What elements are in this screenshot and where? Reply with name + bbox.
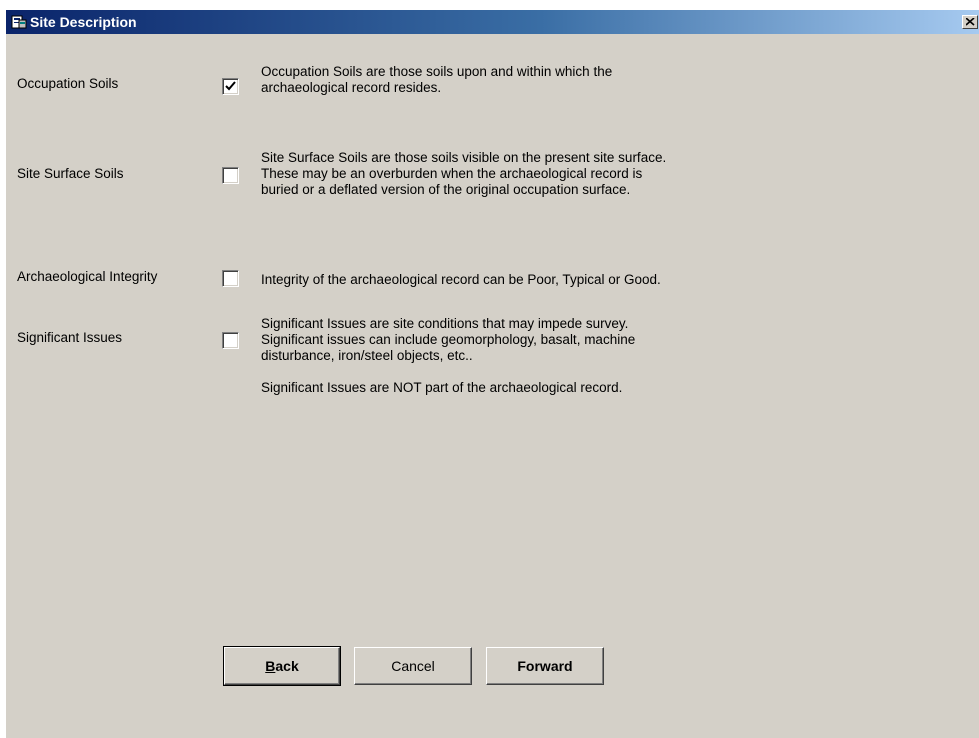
significant-issues-label: Significant Issues: [17, 330, 123, 345]
back-button[interactable]: Back: [223, 646, 341, 686]
back-label: ack: [275, 658, 299, 674]
occupation-soils-label: Occupation Soils: [17, 76, 119, 91]
archaeological-integrity-checkbox[interactable]: [222, 270, 239, 287]
checkmark-icon: [225, 81, 236, 91]
archaeological-integrity-description: Integrity of the archaeological record c…: [261, 272, 661, 287]
title-bar: Site Description: [6, 10, 979, 34]
significant-issues-checkbox[interactable]: [222, 332, 239, 349]
back-mnemonic: B: [265, 658, 276, 674]
forward-button[interactable]: Forward: [486, 647, 604, 685]
site-surface-soils-description: Site Surface Soils are those soils visib…: [261, 150, 667, 197]
site-surface-soils-checkbox[interactable]: [222, 167, 239, 184]
site-surface-soils-label: Site Surface Soils: [17, 166, 124, 181]
occupation-soils-checkbox[interactable]: [222, 78, 239, 95]
occupation-soils-description: Occupation Soils are those soils upon an…: [261, 64, 613, 95]
cancel-button[interactable]: Cancel: [354, 647, 472, 685]
significant-issues-description: Significant Issues are site conditions t…: [261, 316, 636, 395]
app-icon: [11, 15, 27, 29]
window-title: Site Description: [30, 14, 137, 30]
close-icon: [966, 18, 975, 26]
site-description-window: Site Description Occupation Soils Occupa…: [6, 10, 979, 738]
archaeological-integrity-label: Archaeological Integrity: [17, 269, 158, 284]
close-button[interactable]: [962, 15, 978, 29]
